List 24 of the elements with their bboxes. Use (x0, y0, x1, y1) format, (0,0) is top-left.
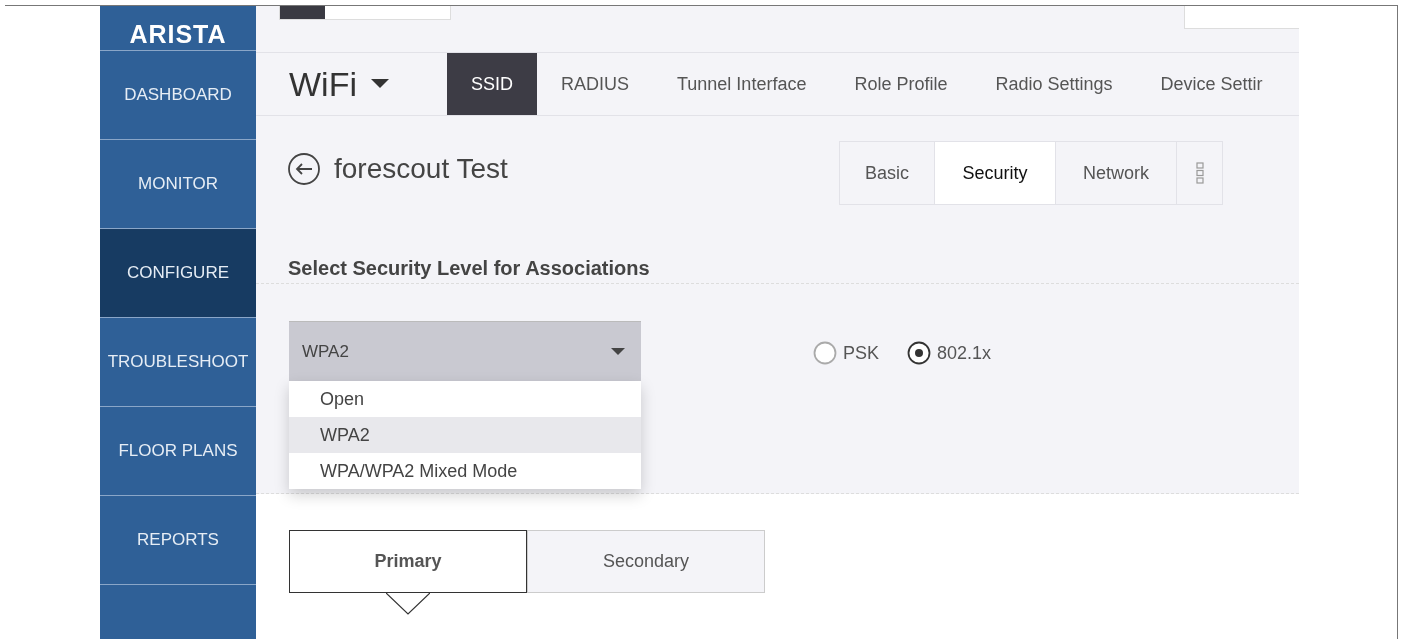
nav-tab[interactable]: Radio Settings (971, 53, 1137, 115)
server-tab[interactable]: Secondary (527, 530, 765, 593)
more-icon (1195, 162, 1204, 184)
nav-tab[interactable]: RADIUS (537, 53, 653, 115)
dropdown-option[interactable]: WPA2 (289, 417, 641, 453)
search-field[interactable] (1184, 6, 1299, 29)
security-select[interactable]: WPA2 (289, 321, 641, 381)
nav-tab[interactable]: Tunnel Interface (653, 53, 831, 115)
sidebar-item[interactable]: CONFIGURE (100, 229, 256, 318)
radio-option[interactable]: PSK (813, 340, 880, 366)
section-heading: Select Security Level for Associations (256, 221, 1299, 284)
logo: ARISTA (129, 20, 227, 50)
dropdown-option[interactable]: WPA/WPA2 Mixed Mode (289, 453, 641, 489)
page-title: forescout Test (334, 152, 508, 185)
nav-tab[interactable]: SSID (446, 53, 537, 115)
tab-pointer (386, 592, 430, 615)
module-dropdown[interactable]: WiFi (256, 53, 389, 115)
caret-icon (611, 347, 625, 356)
dropdown-option[interactable]: Open (289, 381, 641, 417)
nav-tab[interactable]: Device Settir (1136, 53, 1287, 115)
nav-tab[interactable]: Role Profile (830, 53, 972, 115)
radio-option[interactable]: 802.1x (907, 340, 992, 366)
caret-icon (370, 79, 389, 89)
section-tab[interactable]: Security (935, 142, 1056, 204)
